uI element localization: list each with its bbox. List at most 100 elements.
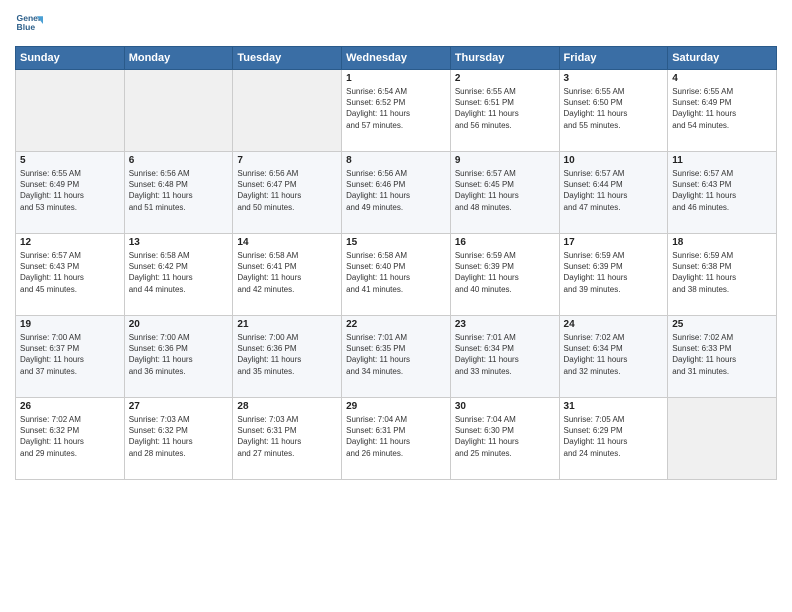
day-cell bbox=[233, 70, 342, 152]
day-number: 1 bbox=[346, 73, 446, 84]
day-cell: 18 Sunrise: 6:59 AM Sunset: 6:38 PM Dayli… bbox=[668, 234, 777, 316]
day-cell: 9 Sunrise: 6:57 AM Sunset: 6:45 PM Daylig… bbox=[450, 152, 559, 234]
day-info: Sunrise: 6:58 AM Sunset: 6:41 PM Dayligh… bbox=[237, 250, 337, 295]
day-info: Sunrise: 6:55 AM Sunset: 6:49 PM Dayligh… bbox=[672, 86, 772, 131]
day-info: Sunrise: 6:56 AM Sunset: 6:46 PM Dayligh… bbox=[346, 168, 446, 213]
day-info: Sunrise: 7:00 AM Sunset: 6:36 PM Dayligh… bbox=[237, 332, 337, 377]
header-cell-tuesday: Tuesday bbox=[233, 47, 342, 70]
day-cell bbox=[124, 70, 233, 152]
day-info: Sunrise: 7:00 AM Sunset: 6:37 PM Dayligh… bbox=[20, 332, 120, 377]
week-row-1: 1 Sunrise: 6:54 AM Sunset: 6:52 PM Daylig… bbox=[16, 70, 777, 152]
day-cell: 19 Sunrise: 7:00 AM Sunset: 6:37 PM Dayli… bbox=[16, 316, 125, 398]
day-number: 26 bbox=[20, 401, 120, 412]
day-number: 20 bbox=[129, 319, 229, 330]
day-cell: 27 Sunrise: 7:03 AM Sunset: 6:32 PM Dayli… bbox=[124, 398, 233, 480]
day-info: Sunrise: 7:02 AM Sunset: 6:32 PM Dayligh… bbox=[20, 414, 120, 459]
day-cell: 11 Sunrise: 6:57 AM Sunset: 6:43 PM Dayli… bbox=[668, 152, 777, 234]
day-number: 21 bbox=[237, 319, 337, 330]
day-number: 22 bbox=[346, 319, 446, 330]
calendar-container: General Blue SundayMondayTuesdayWednesda… bbox=[0, 0, 792, 490]
header-cell-friday: Friday bbox=[559, 47, 668, 70]
day-cell: 29Sunrise: 7:04 AM Sunset: 6:31 PM Dayli… bbox=[342, 398, 451, 480]
header-cell-monday: Monday bbox=[124, 47, 233, 70]
day-number: 7 bbox=[237, 155, 337, 166]
week-row-5: 26 Sunrise: 7:02 AM Sunset: 6:32 PM Dayli… bbox=[16, 398, 777, 480]
day-info: Sunrise: 7:01 AM Sunset: 6:34 PM Dayligh… bbox=[455, 332, 555, 377]
day-info: Sunrise: 6:55 AM Sunset: 6:50 PM Dayligh… bbox=[564, 86, 664, 131]
svg-text:Blue: Blue bbox=[17, 22, 36, 32]
day-number: 17 bbox=[564, 237, 664, 248]
week-row-2: 5 Sunrise: 6:55 AM Sunset: 6:49 PM Daylig… bbox=[16, 152, 777, 234]
day-info: Sunrise: 6:59 AM Sunset: 6:38 PM Dayligh… bbox=[672, 250, 772, 295]
day-cell: 14 Sunrise: 6:58 AM Sunset: 6:41 PM Dayli… bbox=[233, 234, 342, 316]
day-number: 9 bbox=[455, 155, 555, 166]
day-info: Sunrise: 6:59 AM Sunset: 6:39 PM Dayligh… bbox=[455, 250, 555, 295]
day-number: 3 bbox=[564, 73, 664, 84]
day-number: 13 bbox=[129, 237, 229, 248]
day-number: 18 bbox=[672, 237, 772, 248]
week-row-4: 19 Sunrise: 7:00 AM Sunset: 6:37 PM Dayli… bbox=[16, 316, 777, 398]
header: General Blue bbox=[15, 10, 777, 38]
day-cell: 16 Sunrise: 6:59 AM Sunset: 6:39 PM Dayli… bbox=[450, 234, 559, 316]
day-number: 25 bbox=[672, 319, 772, 330]
day-cell: 30 Sunrise: 7:04 AM Sunset: 6:30 PM Dayli… bbox=[450, 398, 559, 480]
day-info: Sunrise: 7:04 AM Sunset: 6:30 PM Dayligh… bbox=[455, 414, 555, 459]
day-cell: 23 Sunrise: 7:01 AM Sunset: 6:34 PM Dayli… bbox=[450, 316, 559, 398]
day-info: Sunrise: 7:03 AM Sunset: 6:31 PM Dayligh… bbox=[237, 414, 337, 459]
day-number: 5 bbox=[20, 155, 120, 166]
day-info: Sunrise: 6:58 AM Sunset: 6:42 PM Dayligh… bbox=[129, 250, 229, 295]
day-info: Sunrise: 6:57 AM Sunset: 6:43 PM Dayligh… bbox=[672, 168, 772, 213]
day-number: 23 bbox=[455, 319, 555, 330]
day-cell: 20 Sunrise: 7:00 AM Sunset: 6:36 PM Dayli… bbox=[124, 316, 233, 398]
day-number: 15 bbox=[346, 237, 446, 248]
day-number: 31 bbox=[564, 401, 664, 412]
day-cell: 15 Sunrise: 6:58 AM Sunset: 6:40 PM Dayli… bbox=[342, 234, 451, 316]
day-cell: 1 Sunrise: 6:54 AM Sunset: 6:52 PM Daylig… bbox=[342, 70, 451, 152]
day-info: Sunrise: 7:02 AM Sunset: 6:34 PM Dayligh… bbox=[564, 332, 664, 377]
day-cell: 10 Sunrise: 6:57 AM Sunset: 6:44 PM Dayli… bbox=[559, 152, 668, 234]
day-info: Sunrise: 6:57 AM Sunset: 6:44 PM Dayligh… bbox=[564, 168, 664, 213]
day-info: Sunrise: 7:03 AM Sunset: 6:32 PM Dayligh… bbox=[129, 414, 229, 459]
day-info: Sunrise: 6:55 AM Sunset: 6:49 PM Dayligh… bbox=[20, 168, 120, 213]
day-info: Sunrise: 7:05 AM Sunset: 6:29 PM Dayligh… bbox=[564, 414, 664, 459]
day-cell: 6 Sunrise: 6:56 AM Sunset: 6:48 PM Daylig… bbox=[124, 152, 233, 234]
day-cell: 5 Sunrise: 6:55 AM Sunset: 6:49 PM Daylig… bbox=[16, 152, 125, 234]
day-info: Sunrise: 7:02 AM Sunset: 6:33 PM Dayligh… bbox=[672, 332, 772, 377]
day-cell: 2Sunrise: 6:55 AM Sunset: 6:51 PM Daylig… bbox=[450, 70, 559, 152]
day-cell: 26 Sunrise: 7:02 AM Sunset: 6:32 PM Dayli… bbox=[16, 398, 125, 480]
week-row-3: 12 Sunrise: 6:57 AM Sunset: 6:43 PM Dayli… bbox=[16, 234, 777, 316]
day-number: 10 bbox=[564, 155, 664, 166]
day-info: Sunrise: 6:57 AM Sunset: 6:43 PM Dayligh… bbox=[20, 250, 120, 295]
day-number: 16 bbox=[455, 237, 555, 248]
day-number: 11 bbox=[672, 155, 772, 166]
day-number: 14 bbox=[237, 237, 337, 248]
calendar-table: SundayMondayTuesdayWednesdayThursdayFrid… bbox=[15, 46, 777, 480]
header-cell-wednesday: Wednesday bbox=[342, 47, 451, 70]
day-cell: 4Sunrise: 6:55 AM Sunset: 6:49 PM Daylig… bbox=[668, 70, 777, 152]
day-number: 27 bbox=[129, 401, 229, 412]
day-info: Sunrise: 6:58 AM Sunset: 6:40 PM Dayligh… bbox=[346, 250, 446, 295]
day-number: 2 bbox=[455, 73, 555, 84]
day-number: 30 bbox=[455, 401, 555, 412]
day-cell: 12 Sunrise: 6:57 AM Sunset: 6:43 PM Dayli… bbox=[16, 234, 125, 316]
day-number: 19 bbox=[20, 319, 120, 330]
day-cell: 3 Sunrise: 6:55 AM Sunset: 6:50 PM Daylig… bbox=[559, 70, 668, 152]
day-info: Sunrise: 6:57 AM Sunset: 6:45 PM Dayligh… bbox=[455, 168, 555, 213]
day-info: Sunrise: 7:00 AM Sunset: 6:36 PM Dayligh… bbox=[129, 332, 229, 377]
day-cell: 31 Sunrise: 7:05 AM Sunset: 6:29 PM Dayli… bbox=[559, 398, 668, 480]
header-cell-saturday: Saturday bbox=[668, 47, 777, 70]
day-cell: 21 Sunrise: 7:00 AM Sunset: 6:36 PM Dayli… bbox=[233, 316, 342, 398]
day-info: Sunrise: 6:56 AM Sunset: 6:48 PM Dayligh… bbox=[129, 168, 229, 213]
header-row: SundayMondayTuesdayWednesdayThursdayFrid… bbox=[16, 47, 777, 70]
day-number: 6 bbox=[129, 155, 229, 166]
day-number: 12 bbox=[20, 237, 120, 248]
day-cell bbox=[668, 398, 777, 480]
day-info: Sunrise: 6:54 AM Sunset: 6:52 PM Dayligh… bbox=[346, 86, 446, 131]
day-cell: 8 Sunrise: 6:56 AM Sunset: 6:46 PM Daylig… bbox=[342, 152, 451, 234]
day-info: Sunrise: 7:01 AM Sunset: 6:35 PM Dayligh… bbox=[346, 332, 446, 377]
day-number: 29 bbox=[346, 401, 446, 412]
logo: General Blue bbox=[15, 10, 47, 38]
day-number: 8 bbox=[346, 155, 446, 166]
day-cell: 25 Sunrise: 7:02 AM Sunset: 6:33 PM Dayli… bbox=[668, 316, 777, 398]
day-number: 24 bbox=[564, 319, 664, 330]
